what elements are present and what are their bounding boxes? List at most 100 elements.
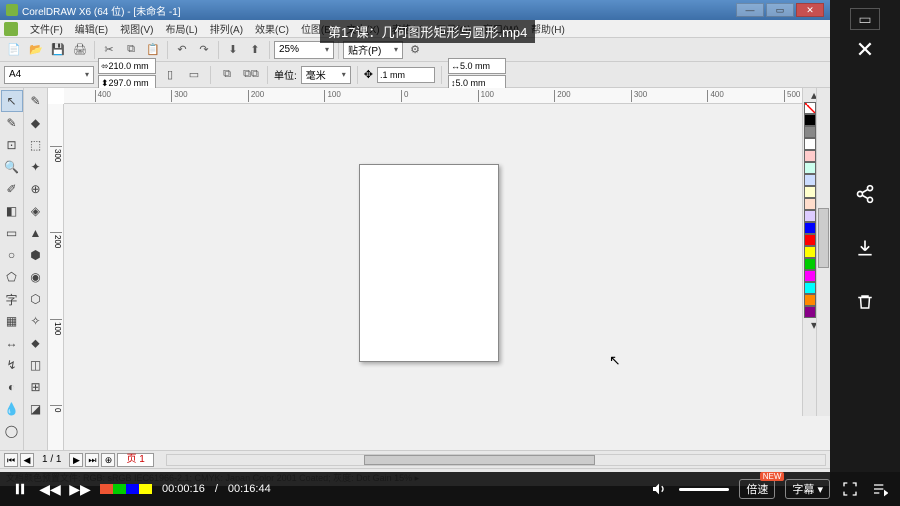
cut-button[interactable]: ✂ bbox=[99, 40, 119, 60]
ruler-horizontal[interactable]: 400 300 200 100 0 100 200 300 400 500 毫米 bbox=[64, 88, 830, 104]
speed-button[interactable]: 倍速 NEW bbox=[739, 479, 775, 499]
swatch[interactable] bbox=[804, 150, 816, 162]
swatch[interactable] bbox=[804, 126, 816, 138]
aux-tool-9[interactable]: ◉ bbox=[25, 266, 47, 288]
minimize-button[interactable]: — bbox=[736, 3, 764, 17]
nudge-input[interactable]: .1 mm bbox=[377, 67, 435, 83]
close-window-button[interactable]: ✕ bbox=[796, 3, 824, 17]
swatch[interactable] bbox=[804, 222, 816, 234]
shape-tool[interactable]: ✎ bbox=[1, 112, 23, 134]
swatch[interactable] bbox=[804, 174, 816, 186]
volume-button[interactable] bbox=[649, 479, 669, 499]
swatch[interactable] bbox=[804, 246, 816, 258]
open-button[interactable]: 📂 bbox=[26, 40, 46, 60]
pages-icon[interactable]: ⧉ bbox=[217, 65, 237, 85]
drawing-canvas[interactable]: ↖ bbox=[64, 104, 830, 450]
ruler-vertical[interactable]: 300 200 100 0 bbox=[48, 104, 64, 450]
zoom-tool[interactable]: 🔍 bbox=[1, 156, 23, 178]
aux-tool-12[interactable]: ⬥ bbox=[25, 332, 47, 354]
aux-tool-14[interactable]: ⊞ bbox=[25, 376, 47, 398]
swatch-none[interactable] bbox=[804, 102, 816, 114]
menu-arrange[interactable]: 排列(A) bbox=[204, 21, 249, 36]
prev-button[interactable]: ◀◀ bbox=[40, 479, 60, 499]
swatch[interactable] bbox=[804, 258, 816, 270]
vertical-scrollbar[interactable] bbox=[816, 88, 830, 416]
menu-view[interactable]: 视图(V) bbox=[114, 21, 159, 36]
save-button[interactable]: 💾 bbox=[48, 40, 68, 60]
pause-button[interactable] bbox=[10, 479, 30, 499]
polygon-tool[interactable]: ⬠ bbox=[1, 266, 23, 288]
effects-tool[interactable]: ◐ bbox=[1, 376, 23, 398]
volume-slider[interactable] bbox=[679, 488, 729, 491]
aux-tool-1[interactable]: ✎ bbox=[25, 90, 47, 112]
aux-tool-7[interactable]: ▲ bbox=[25, 222, 47, 244]
dup-x-input[interactable]: ↔ 5.0 mm bbox=[448, 58, 506, 74]
aux-tool-3[interactable]: ⬚ bbox=[25, 134, 47, 156]
export-button[interactable]: ⬆ bbox=[245, 40, 265, 60]
aux-tool-10[interactable]: ⬡ bbox=[25, 288, 47, 310]
print-button[interactable]: 🖨 bbox=[70, 40, 90, 60]
landscape-button[interactable]: ▭ bbox=[184, 65, 204, 85]
swatch[interactable] bbox=[804, 162, 816, 174]
copy-button[interactable]: ⧉ bbox=[121, 40, 141, 60]
next-button[interactable]: ▶▶ bbox=[70, 479, 90, 499]
eyedropper-tool[interactable]: 💧 bbox=[1, 398, 23, 420]
units-combo[interactable]: 毫米 bbox=[301, 66, 351, 84]
swatch[interactable] bbox=[804, 294, 816, 306]
next-page-button[interactable]: ▶ bbox=[69, 453, 83, 467]
swatch[interactable] bbox=[804, 282, 816, 294]
paper-size-combo[interactable]: A4 bbox=[4, 66, 94, 84]
swatch[interactable] bbox=[804, 114, 816, 126]
connector-tool[interactable]: ↯ bbox=[1, 354, 23, 376]
paste-button[interactable]: 📋 bbox=[143, 40, 163, 60]
table-tool[interactable]: ▦ bbox=[1, 310, 23, 332]
ellipse-tool[interactable]: ○ bbox=[1, 244, 23, 266]
pick-tool[interactable]: ↖ bbox=[1, 90, 23, 112]
swatch[interactable] bbox=[804, 198, 816, 210]
player-close-button[interactable]: ✕ bbox=[849, 34, 881, 66]
aux-tool-11[interactable]: ✧ bbox=[25, 310, 47, 332]
first-page-button[interactable]: ⏮ bbox=[4, 453, 18, 467]
swatch[interactable] bbox=[804, 210, 816, 222]
zoom-combo[interactable]: 25% bbox=[274, 41, 334, 59]
prev-page-button[interactable]: ◀ bbox=[20, 453, 34, 467]
download-button[interactable] bbox=[849, 232, 881, 264]
smart-fill-tool[interactable]: ◧ bbox=[1, 200, 23, 222]
aux-tool-6[interactable]: ◈ bbox=[25, 200, 47, 222]
aux-tool-5[interactable]: ⊕ bbox=[25, 178, 47, 200]
maximize-button[interactable]: ▭ bbox=[766, 3, 794, 17]
freehand-tool[interactable]: ✐ bbox=[1, 178, 23, 200]
menu-edit[interactable]: 编辑(E) bbox=[69, 21, 114, 36]
redo-button[interactable]: ↷ bbox=[194, 40, 214, 60]
import-button[interactable]: ⬇ bbox=[223, 40, 243, 60]
aux-tool-13[interactable]: ◫ bbox=[25, 354, 47, 376]
text-tool[interactable]: 字 bbox=[1, 288, 23, 310]
new-button[interactable]: 📄 bbox=[4, 40, 24, 60]
dimension-tool[interactable]: ↔ bbox=[1, 332, 23, 354]
aux-tool-8[interactable]: ⬢ bbox=[25, 244, 47, 266]
aux-tool-4[interactable]: ✦ bbox=[25, 156, 47, 178]
swatch[interactable] bbox=[804, 186, 816, 198]
page-tab-1[interactable]: 页 1 bbox=[117, 453, 153, 467]
share-button[interactable] bbox=[849, 178, 881, 210]
menu-effects[interactable]: 效果(C) bbox=[249, 21, 295, 36]
undo-button[interactable]: ↶ bbox=[172, 40, 192, 60]
snap-combo[interactable]: 贴齐(P) bbox=[343, 41, 403, 59]
fullscreen-button[interactable] bbox=[840, 479, 860, 499]
rectangle-tool[interactable]: ▭ bbox=[1, 222, 23, 244]
add-page-button[interactable]: ⊕ bbox=[101, 453, 115, 467]
aux-tool-15[interactable]: ◪ bbox=[25, 398, 47, 420]
menu-file[interactable]: 文件(F) bbox=[24, 21, 69, 36]
outline-tool[interactable]: ◯ bbox=[1, 420, 23, 442]
menu-layout[interactable]: 布局(L) bbox=[159, 21, 203, 36]
aux-tool-2[interactable]: ◆ bbox=[25, 112, 47, 134]
page-width-input[interactable]: ⬄ 210.0 mm bbox=[98, 58, 156, 74]
swatch[interactable] bbox=[804, 138, 816, 150]
swatch[interactable] bbox=[804, 270, 816, 282]
window-mode-button[interactable]: ▭ bbox=[850, 8, 880, 30]
swatch[interactable] bbox=[804, 306, 816, 318]
facing-pages-icon[interactable]: ⧉⧉ bbox=[241, 65, 261, 85]
horizontal-scrollbar[interactable] bbox=[166, 454, 826, 466]
last-page-button[interactable]: ⏭ bbox=[85, 453, 99, 467]
swatch[interactable] bbox=[804, 234, 816, 246]
